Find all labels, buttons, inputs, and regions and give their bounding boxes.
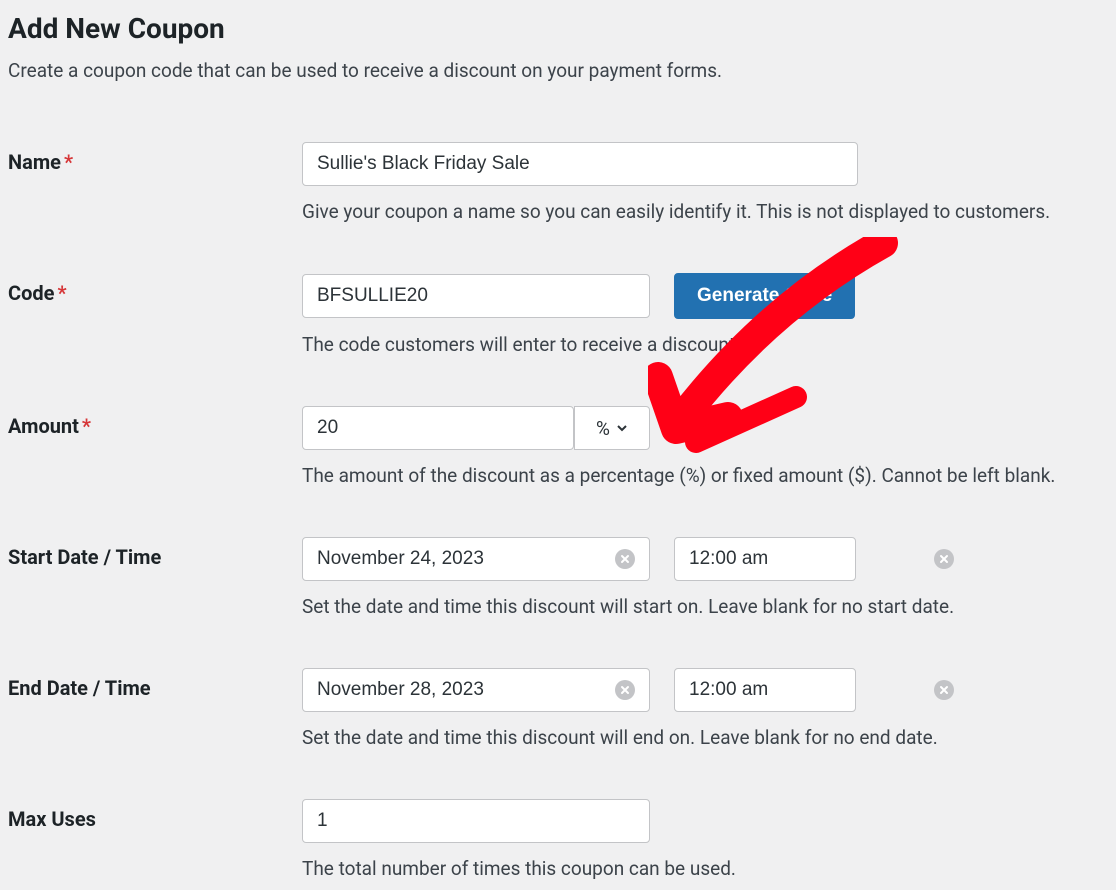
- end-time-input-wrap[interactable]: [674, 668, 856, 712]
- required-asterisk: *: [57, 281, 66, 305]
- start-time-input-wrap[interactable]: [674, 537, 856, 581]
- required-asterisk: *: [64, 150, 73, 174]
- amount-unit-value: %: [596, 417, 610, 440]
- row-name: Name* Give your coupon a name so you can…: [8, 142, 1108, 223]
- close-icon: [939, 685, 949, 695]
- label-code: Code*: [8, 281, 67, 305]
- row-amount: Amount* % The amount of the discount as …: [8, 406, 1108, 487]
- start-time-input[interactable]: [689, 548, 934, 570]
- label-name: Name*: [8, 150, 73, 174]
- label-amount: Amount*: [8, 414, 91, 438]
- help-start-date: Set the date and time this discount will…: [302, 595, 1108, 618]
- name-input[interactable]: [302, 142, 858, 186]
- row-max-uses: Max Uses The total number of times this …: [8, 799, 1108, 880]
- close-icon: [620, 554, 630, 564]
- row-code: Code* Generate Code The code customers w…: [8, 273, 1108, 356]
- max-uses-input[interactable]: [302, 799, 650, 843]
- clear-end-time-button[interactable]: [934, 680, 954, 700]
- close-icon: [620, 685, 630, 695]
- generate-code-button[interactable]: Generate Code: [674, 273, 855, 319]
- start-date-input[interactable]: [317, 548, 615, 570]
- amount-input[interactable]: [302, 406, 574, 450]
- end-date-input[interactable]: [317, 679, 615, 701]
- label-max-uses: Max Uses: [8, 807, 96, 831]
- start-date-input-wrap[interactable]: [302, 537, 650, 581]
- clear-start-date-button[interactable]: [615, 549, 635, 569]
- clear-start-time-button[interactable]: [934, 549, 954, 569]
- required-asterisk: *: [82, 414, 91, 438]
- clear-end-date-button[interactable]: [615, 680, 635, 700]
- close-icon: [939, 554, 949, 564]
- chevron-down-icon: [616, 422, 628, 434]
- end-date-input-wrap[interactable]: [302, 668, 650, 712]
- page-title: Add New Coupon: [8, 12, 1108, 45]
- page-subtitle: Create a coupon code that can be used to…: [8, 59, 1108, 82]
- code-input[interactable]: [302, 274, 650, 318]
- help-end-date: Set the date and time this discount will…: [302, 726, 1108, 749]
- label-start-date: Start Date / Time: [8, 545, 161, 569]
- end-time-input[interactable]: [689, 679, 934, 701]
- label-end-date: End Date / Time: [8, 676, 151, 700]
- help-max-uses: The total number of times this coupon ca…: [302, 857, 1108, 880]
- row-start-date: Start Date / Time Set the date and time …: [8, 537, 1108, 618]
- help-amount: The amount of the discount as a percenta…: [302, 464, 1108, 487]
- amount-unit-select[interactable]: %: [574, 406, 650, 450]
- help-code: The code customers will enter to receive…: [302, 333, 1108, 356]
- help-name: Give your coupon a name so you can easil…: [302, 200, 1108, 223]
- row-end-date: End Date / Time Set the date and time th…: [8, 668, 1108, 749]
